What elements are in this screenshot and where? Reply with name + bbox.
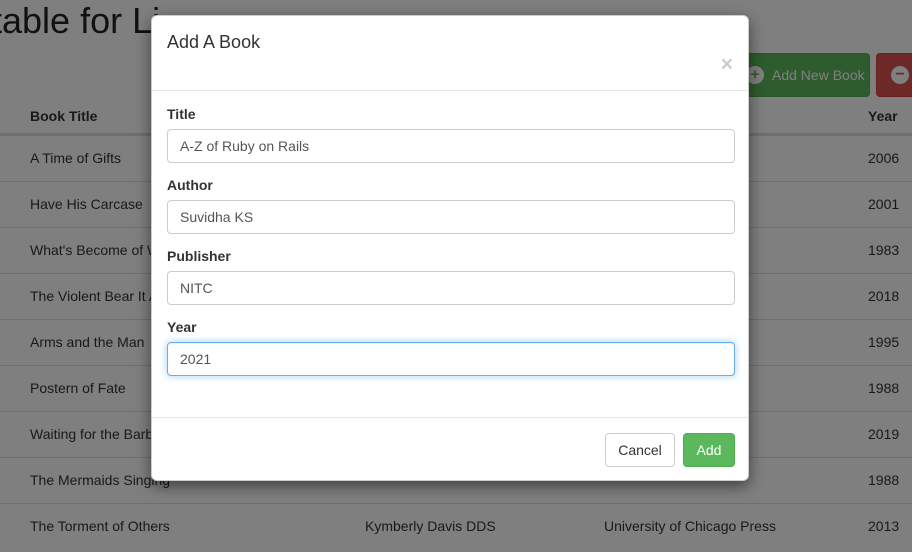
author-input[interactable] bbox=[167, 200, 735, 234]
year-input[interactable] bbox=[167, 342, 735, 376]
year-label: Year bbox=[167, 319, 197, 335]
title-input[interactable] bbox=[167, 129, 735, 163]
close-icon[interactable]: × bbox=[721, 54, 733, 75]
modal-footer: Cancel Add bbox=[152, 417, 748, 482]
publisher-input[interactable] bbox=[167, 271, 735, 305]
cancel-button[interactable]: Cancel bbox=[605, 433, 675, 467]
add-button[interactable]: Add bbox=[683, 433, 735, 467]
modal-title: Add A Book bbox=[167, 32, 261, 52]
publisher-group: Publisher bbox=[167, 248, 735, 305]
title-group: Title bbox=[167, 106, 735, 163]
publisher-label: Publisher bbox=[167, 248, 231, 264]
title-label: Title bbox=[167, 106, 196, 122]
author-group: Author bbox=[167, 177, 735, 234]
author-label: Author bbox=[167, 177, 213, 193]
add-book-modal: Add A Book × Title Author Publisher Year… bbox=[151, 15, 749, 481]
year-group: Year bbox=[167, 319, 735, 376]
modal-header: Add A Book × bbox=[152, 16, 748, 91]
modal-body: Title Author Publisher Year bbox=[152, 91, 748, 405]
